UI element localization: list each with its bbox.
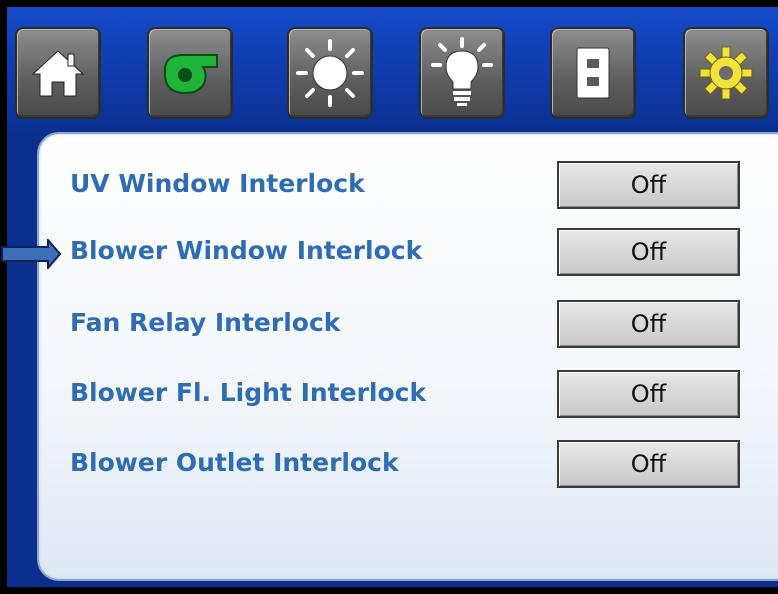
tab-light[interactable] bbox=[419, 27, 505, 119]
home-icon bbox=[32, 50, 84, 97]
header-background bbox=[7, 7, 778, 137]
uv-sun-icon bbox=[296, 39, 364, 107]
fan-relay-interlock-label: Fan Relay Interlock bbox=[70, 308, 341, 337]
uv-window-interlock-toggle[interactable]: Off bbox=[557, 161, 740, 209]
tab-blower[interactable] bbox=[147, 27, 233, 119]
light-bulb-icon bbox=[431, 37, 493, 106]
uv-window-interlock-label: UV Window Interlock bbox=[70, 169, 365, 198]
tab-uv-light[interactable] bbox=[287, 27, 373, 119]
blower-fl-light-interlock-label: Blower Fl. Light Interlock bbox=[70, 378, 427, 407]
outlet-icon bbox=[576, 47, 610, 99]
selection-arrow-icon bbox=[1, 239, 62, 269]
blower-icon bbox=[164, 54, 218, 95]
gear-icon bbox=[699, 46, 753, 100]
blower-fl-light-interlock-toggle[interactable]: Off bbox=[557, 370, 740, 418]
blower-outlet-interlock-label: Blower Outlet Interlock bbox=[70, 448, 399, 477]
screen-frame bbox=[7, 7, 778, 587]
tab-settings[interactable] bbox=[683, 27, 769, 119]
blower-window-interlock-toggle[interactable]: Off bbox=[557, 228, 740, 276]
fan-relay-interlock-toggle[interactable]: Off bbox=[557, 300, 740, 348]
tab-outlet[interactable] bbox=[550, 27, 636, 119]
device-screen: UV Window Interlock Off Blower Window In… bbox=[0, 0, 778, 594]
tab-home[interactable] bbox=[15, 27, 101, 119]
blower-window-interlock-label: Blower Window Interlock bbox=[70, 236, 423, 265]
blower-outlet-interlock-toggle[interactable]: Off bbox=[557, 440, 740, 488]
